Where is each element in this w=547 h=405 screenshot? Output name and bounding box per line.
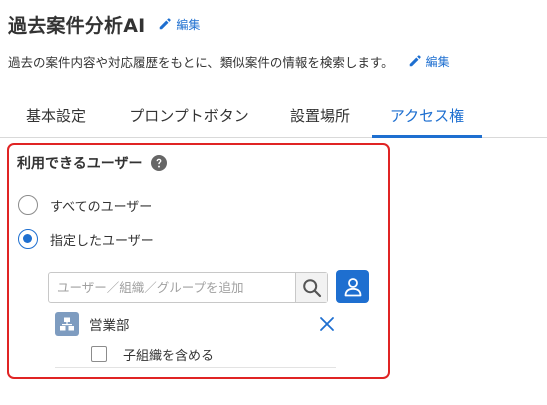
selected-organization: 営業部 <box>55 311 336 337</box>
title-row: 過去案件分析AI 編集 <box>8 10 200 38</box>
option-all-users-label: すべてのユーザー <box>50 199 153 215</box>
pencil-icon <box>409 55 421 67</box>
edit-title-button[interactable]: 編集 <box>158 16 200 33</box>
organization-name: 営業部 <box>89 318 130 334</box>
active-tab-indicator <box>372 135 482 138</box>
pencil-icon <box>160 18 172 30</box>
user-icon <box>344 277 361 296</box>
page-description: 過去の案件内容や対応履歴をもとに、類似案件の情報を検索します。 <box>8 54 394 70</box>
tab-prompt-buttons[interactable]: プロンプトボタン <box>110 94 268 137</box>
section-heading: 利用できるユーザー <box>17 153 168 173</box>
include-suborganizations-label: 子組織を含める <box>123 348 215 364</box>
search-button[interactable] <box>295 273 327 302</box>
edit-title-label: 編集 <box>176 17 201 32</box>
radio-specified-users[interactable] <box>18 229 38 249</box>
edit-description-label: 編集 <box>425 54 450 69</box>
tab-bar: 基本設定 プロンプトボタン 設置場所 アクセス権 <box>0 94 547 138</box>
option-specified-users-label: 指定したユーザー <box>50 233 154 249</box>
edit-description-button[interactable]: 編集 <box>408 53 450 70</box>
user-search-box <box>48 272 328 303</box>
tab-access-rights[interactable]: アクセス権 <box>372 94 482 137</box>
option-all-users[interactable]: すべてのユーザー <box>18 193 152 217</box>
page-title: 過去案件分析AI <box>8 14 146 37</box>
radio-all-users[interactable] <box>18 195 38 215</box>
close-icon[interactable] <box>318 315 336 333</box>
tab-placement[interactable]: 設置場所 <box>275 94 365 137</box>
user-picker-button[interactable] <box>336 270 369 303</box>
description-row: 過去の案件内容や対応履歴をもとに、類似案件の情報を検索します。 編集 <box>8 51 450 71</box>
search-icon <box>302 278 321 297</box>
user-search-input[interactable] <box>49 273 295 302</box>
organization-icon <box>55 312 79 336</box>
divider <box>55 367 336 368</box>
include-suborganizations-checkbox[interactable] <box>91 346 107 362</box>
page: 過去案件分析AI 編集 過去の案件内容や対応履歴をもとに、類似案件の情報を検索し… <box>0 0 547 405</box>
section-title: 利用できるユーザー <box>17 156 143 172</box>
available-users-panel: 利用できるユーザー すべてのユーザー 指定したユーザー ユーザー／組織／グループ… <box>7 143 390 379</box>
help-icon[interactable] <box>151 155 168 171</box>
option-specified-users[interactable]: 指定したユーザー <box>18 227 154 251</box>
tab-basic-settings[interactable]: 基本設定 <box>8 94 104 137</box>
include-suborganizations[interactable]: 子組織を含める <box>91 343 214 365</box>
